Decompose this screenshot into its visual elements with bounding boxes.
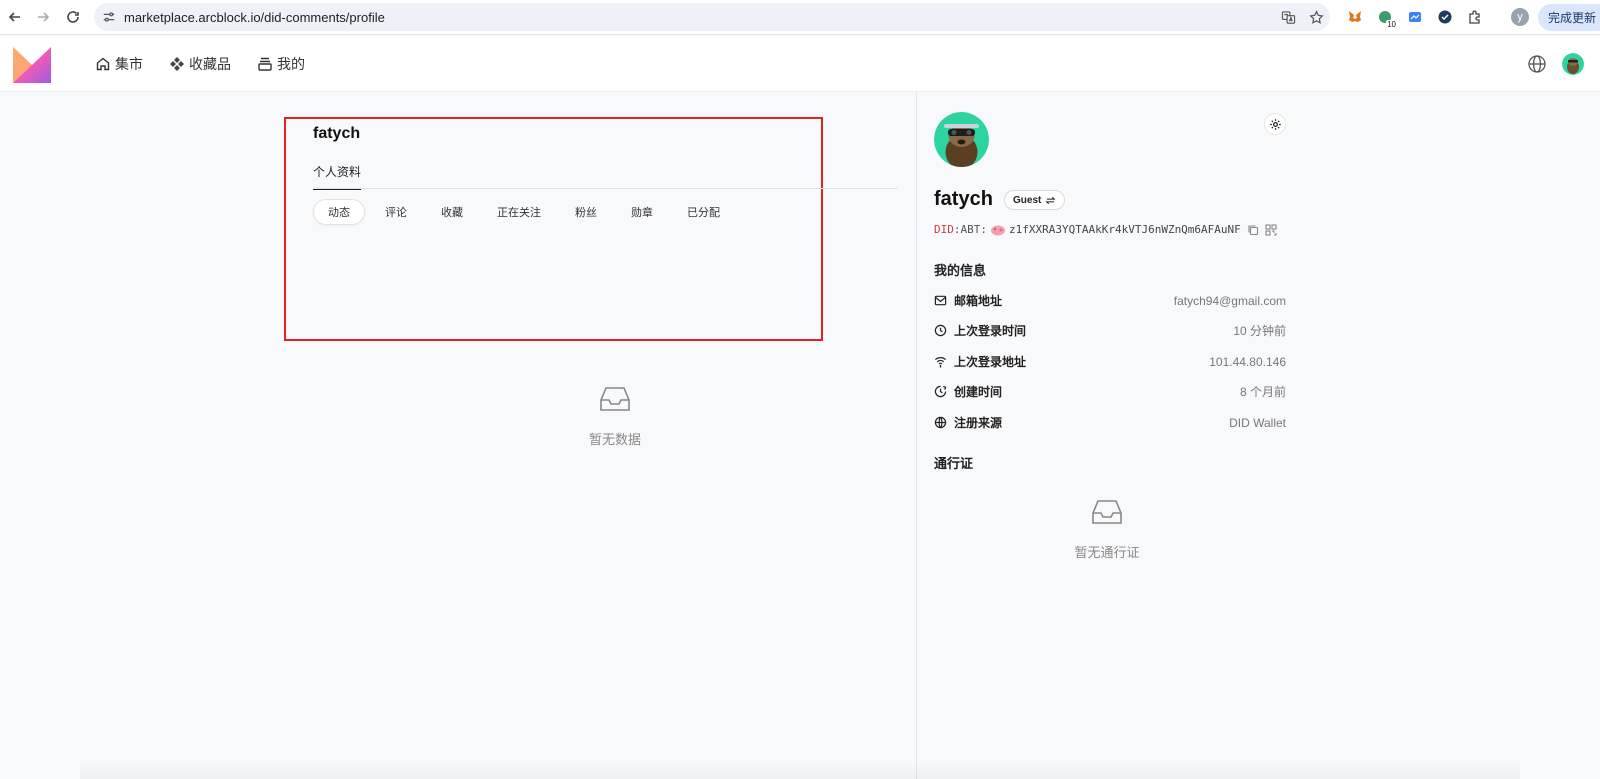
- wifi-location-icon: [934, 357, 947, 368]
- empty-state: 暂无数据: [560, 384, 670, 448]
- diamond-grid-icon: [170, 57, 184, 71]
- tab-profile[interactable]: 个人资料: [313, 163, 362, 190]
- metamask-fox-icon[interactable]: [1340, 5, 1370, 29]
- reload-button[interactable]: [58, 2, 88, 32]
- header-user-avatar[interactable]: [1562, 53, 1584, 75]
- profile-avatar: [934, 112, 989, 167]
- sub-tab-favorites[interactable]: 收藏: [427, 199, 477, 225]
- arrow-left-icon: [8, 12, 20, 22]
- mail-icon: [934, 295, 947, 306]
- browser-profile-avatar[interactable]: y: [1511, 8, 1529, 26]
- did-pig-icon: [991, 225, 1005, 235]
- bottom-shadow: [80, 760, 1520, 779]
- info-label: 注册来源: [954, 416, 1003, 430]
- sub-tab-assigned[interactable]: 已分配: [673, 199, 734, 225]
- extension-green-icon[interactable]: 10: [1370, 5, 1400, 29]
- info-label: 邮箱地址: [954, 294, 1003, 308]
- info-row-email: 邮箱地址 fatych94@gmail.com: [934, 292, 1286, 309]
- my-info-heading: 我的信息: [934, 263, 987, 278]
- url-text[interactable]: marketplace.arcblock.io/did-comments/pro…: [124, 10, 1274, 25]
- home-icon: [96, 57, 110, 71]
- inbox-empty-icon: [1092, 500, 1122, 524]
- sub-tab-activity[interactable]: 动态: [313, 199, 365, 225]
- copy-icon[interactable]: [1247, 224, 1259, 236]
- role-badge[interactable]: Guest: [1004, 190, 1066, 210]
- language-globe-icon[interactable]: [1527, 54, 1547, 74]
- extension-image-icon[interactable]: [1400, 5, 1430, 29]
- sub-tab-following[interactable]: 正在关注: [483, 199, 555, 225]
- page-title: fatych: [313, 125, 361, 142]
- profile-settings-button[interactable]: [1264, 113, 1286, 135]
- info-value: 101.44.80.146: [1209, 354, 1286, 369]
- extension-check-icon[interactable]: [1430, 5, 1460, 29]
- info-value: 10 分钟前: [1233, 324, 1286, 338]
- inbox-empty-icon: [600, 387, 630, 411]
- info-row-register-source: 注册来源 DID Wallet: [934, 414, 1286, 431]
- info-row-last-login-address: 上次登录地址 101.44.80.146: [934, 353, 1286, 370]
- globe-source-icon: [934, 416, 947, 429]
- nav-collectibles-label: 收藏品: [189, 56, 231, 72]
- highlight-annotation-box: [284, 117, 823, 341]
- info-row-last-login-time: 上次登录时间 10 分钟前: [934, 322, 1286, 339]
- info-value: fatych94@gmail.com: [1173, 293, 1286, 308]
- bookmark-star-icon[interactable]: [1302, 9, 1330, 25]
- empty-state-text: 暂无数据: [588, 432, 641, 447]
- translate-icon[interactable]: [1274, 10, 1302, 25]
- browser-toolbar: marketplace.arcblock.io/did-comments/pro…: [0, 0, 1600, 35]
- back-button[interactable]: [0, 2, 30, 32]
- otter-avatar-icon: [934, 112, 989, 167]
- gear-icon: [1269, 118, 1281, 130]
- sub-tab-bar: 动态 评论 收藏 正在关注 粉丝 勋章 已分配: [313, 199, 740, 225]
- pass-heading: 通行证: [934, 456, 974, 471]
- did-prefix: DID: [934, 223, 954, 236]
- otter-avatar-icon: [1562, 53, 1584, 75]
- profile-main: fatych 个人资料 动态 评论 收藏 正在关注 粉丝 勋章 已分配 暂无数据: [0, 92, 916, 779]
- info-value: DID Wallet: [1229, 415, 1286, 430]
- history-icon: [934, 385, 947, 398]
- sub-tab-followers[interactable]: 粉丝: [561, 199, 611, 225]
- site-settings-icon[interactable]: [94, 10, 124, 24]
- did-address: DID :ABT: z1fXXRA3YQTAAkKr4kVTJ6nWZnQm6A…: [934, 223, 1283, 236]
- info-value: 8 个月前: [1239, 385, 1286, 399]
- stack-icon: [258, 57, 272, 71]
- nav-mine-label: 我的: [277, 56, 305, 72]
- extensions-puzzle-icon[interactable]: [1460, 5, 1490, 29]
- profile-side-panel: fatych Guest DID :ABT: z1fXXRA3YQTAAkKr4…: [917, 92, 1600, 779]
- sub-tab-comments[interactable]: 评论: [371, 199, 421, 225]
- nav-market[interactable]: 集市: [95, 54, 143, 74]
- info-label: 上次登录时间: [954, 324, 1027, 338]
- clock-icon: [934, 324, 947, 337]
- info-label: 上次登录地址: [954, 355, 1027, 369]
- did-chain: :ABT:: [953, 223, 987, 236]
- arrow-right-icon: [38, 12, 50, 22]
- profile-name: fatych: [934, 188, 993, 210]
- nav-mine[interactable]: 我的: [257, 54, 305, 74]
- marketplace-logo-icon[interactable]: [13, 47, 51, 83]
- info-label: 创建时间: [954, 385, 1003, 399]
- did-value: z1fXXRA3YQTAAkKr4kVTJ6nWZnQm6AFAuNF: [1009, 223, 1241, 236]
- info-row-created-time: 创建时间 8 个月前: [934, 383, 1286, 400]
- pass-empty-state: 暂无通行证: [1047, 497, 1167, 561]
- switch-arrows-icon: [1045, 196, 1056, 204]
- extensions-area: 10: [1340, 5, 1490, 29]
- browser-update-button[interactable]: 完成更新: [1538, 4, 1600, 31]
- address-bar[interactable]: marketplace.arcblock.io/did-comments/pro…: [94, 3, 1330, 31]
- nav-collectibles[interactable]: 收藏品: [169, 54, 231, 74]
- sub-tab-badges[interactable]: 勋章: [617, 199, 667, 225]
- role-badge-label: Guest: [1013, 194, 1042, 206]
- qrcode-icon[interactable]: [1265, 223, 1277, 236]
- reload-icon: [67, 11, 79, 23]
- nav-market-label: 集市: [115, 56, 143, 72]
- extension-badge: 10: [1386, 20, 1397, 29]
- pass-empty-text: 暂无通行证: [1074, 545, 1140, 560]
- forward-button[interactable]: [28, 2, 58, 32]
- app-header: 集市 收藏品 我的: [0, 36, 1600, 92]
- tab-divider: [313, 188, 898, 189]
